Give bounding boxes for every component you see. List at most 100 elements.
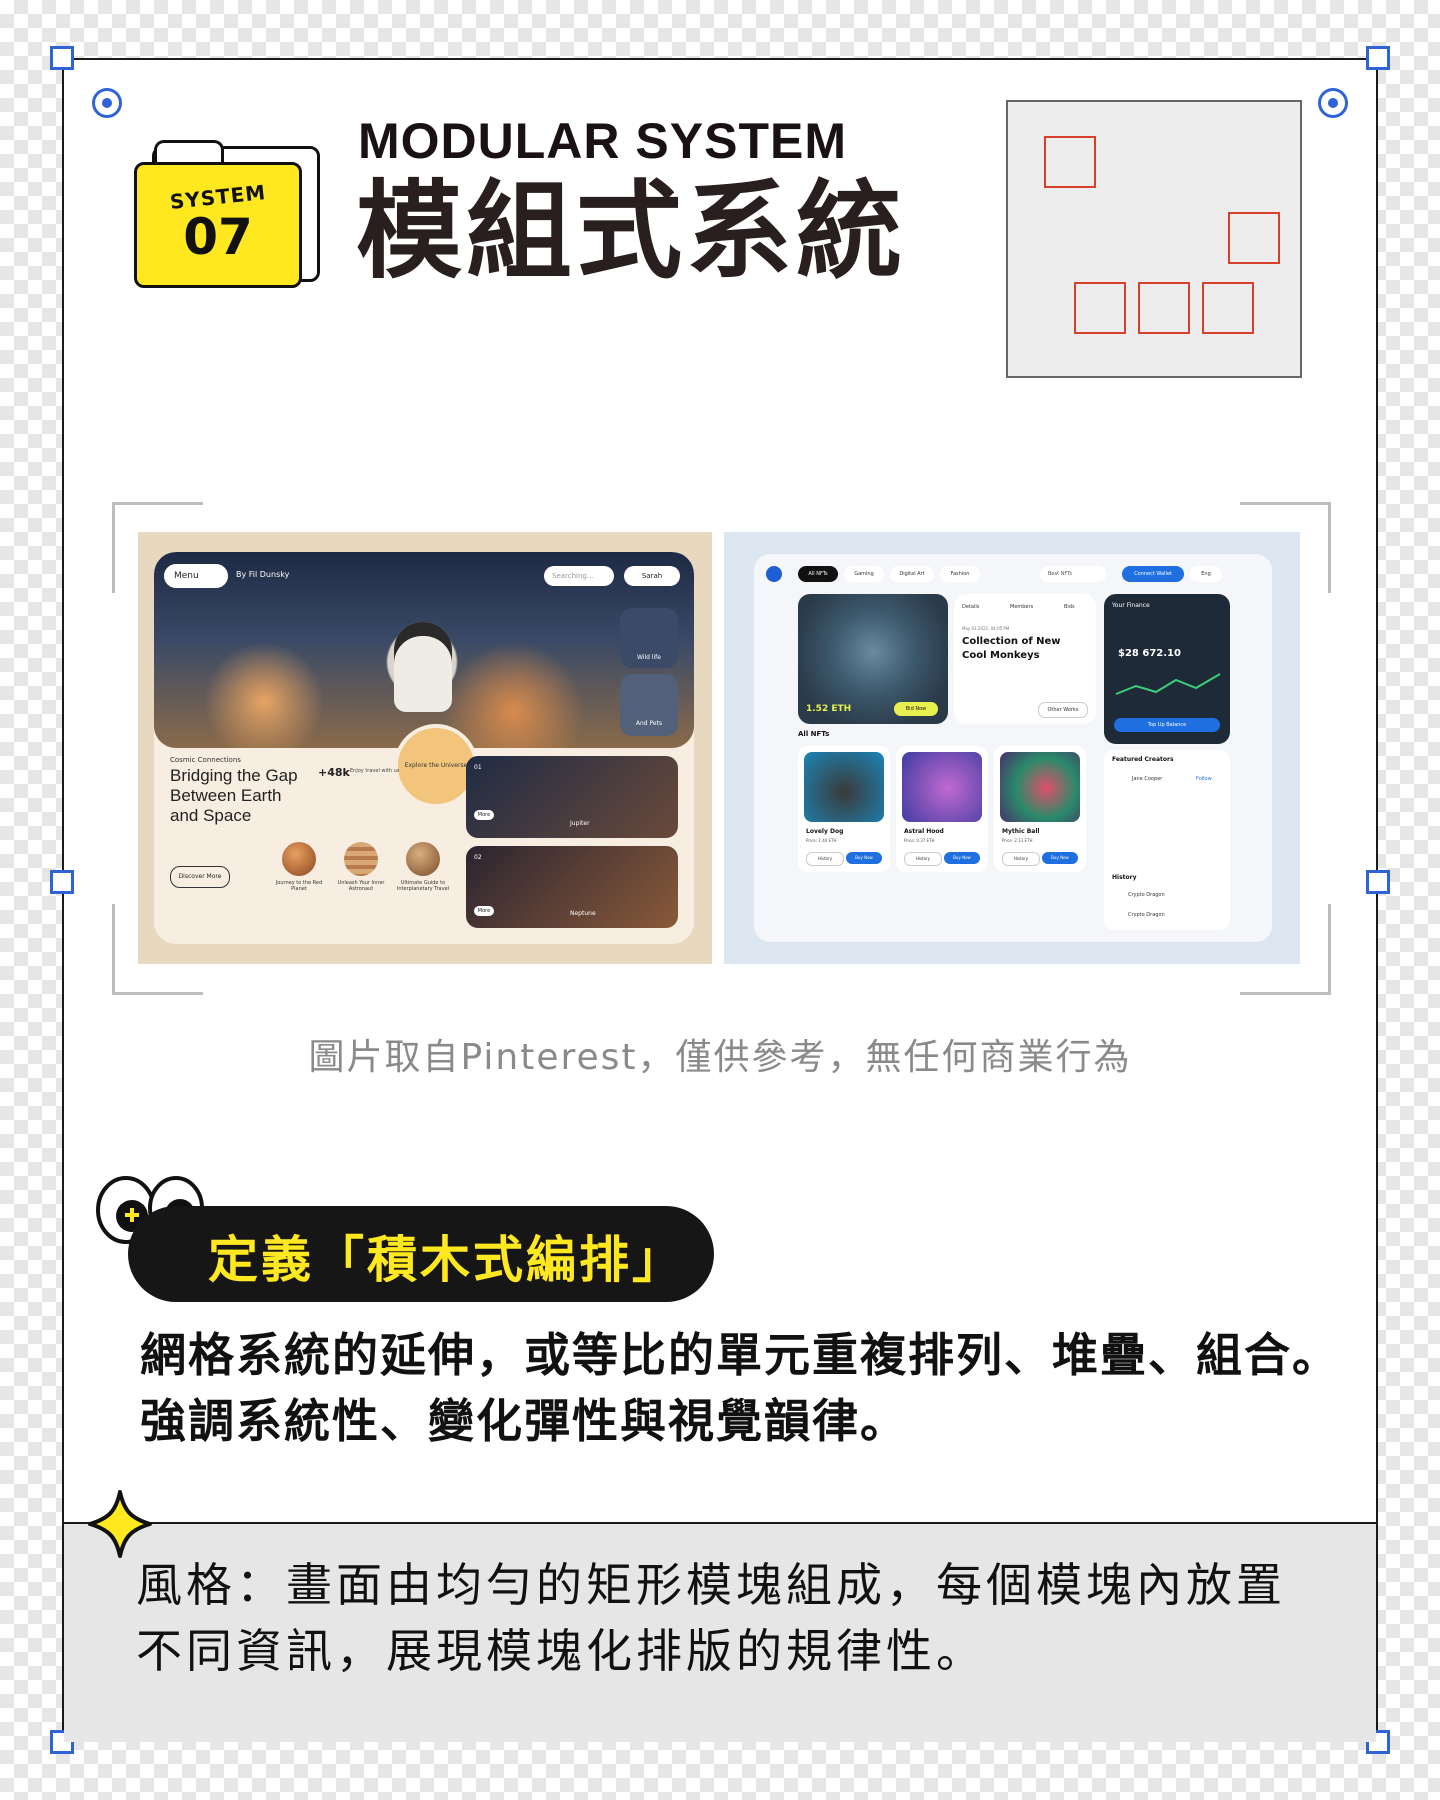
resize-handle-top-left[interactable]	[50, 46, 74, 70]
jupiter-card[interactable]: 01 Jupiter More	[466, 756, 678, 838]
module-square	[1044, 136, 1096, 188]
resize-handle-middle-left[interactable]	[50, 870, 74, 894]
nft-site-window: All NFTs Gaming Digital Art Fashion Best…	[754, 554, 1272, 942]
nft-nav-tab[interactable]: Digital Art	[890, 566, 934, 582]
resize-handle-top-right[interactable]	[1366, 46, 1390, 70]
hero-headline-1: Bridging the Gap	[170, 766, 298, 785]
collection-title-1: Collection of New	[962, 636, 1061, 647]
nft-logo-icon	[766, 566, 782, 582]
nft-item-name: Mythic Ball	[1002, 828, 1040, 835]
all-nfts-heading: All NFTs	[798, 730, 830, 738]
featured-creators-panel: Featured Creators Jane Cooper Follow His…	[1104, 750, 1230, 930]
detail-tab[interactable]: Bids	[1064, 604, 1075, 610]
buy-now-button[interactable]: Buy Now	[1042, 852, 1078, 864]
menu-button[interactable]: Menu	[164, 564, 228, 588]
card-label: Jupiter	[570, 820, 590, 827]
finance-card: Your Finance $28 672.10 Top Up Balance	[1104, 594, 1230, 744]
other-works-button[interactable]: Other Works	[1038, 702, 1088, 718]
reference-screenshots: Menu By Fil Dunsky Searching... Sarah Wi…	[138, 532, 1300, 964]
nft-item-image	[804, 752, 884, 822]
planet-caption: Ultimate Guide to Interplanetary Travel	[396, 880, 450, 892]
nft-item-image	[1000, 752, 1080, 822]
astronaut-figure	[394, 622, 452, 712]
collection-title-2: Cool Monkeys	[962, 650, 1040, 661]
connect-wallet-button[interactable]: Connect Wallet	[1122, 566, 1184, 582]
finance-title: Your Finance	[1112, 602, 1150, 609]
nft-nav-tab[interactable]: Gaming	[844, 566, 884, 582]
title-english: MODULAR SYSTEM	[358, 113, 847, 169]
featured-heading: Featured Creators	[1112, 756, 1174, 763]
nft-item-card[interactable]: Mythic Ball Price: 2.13 ETH History Buy …	[994, 746, 1086, 872]
balance-value: $28 672.10	[1118, 648, 1181, 659]
travelers-stat-text: Enjoy travel with us	[350, 768, 400, 774]
brand-label: By Fil Dunsky	[236, 570, 290, 579]
planet-mars	[282, 842, 316, 876]
travelers-stat: +48k	[318, 766, 350, 779]
definition-text: 網格系統的延伸，或等比的單元重複排列、堆疊、組合。 強調系統性、變化彈性與視覺韻…	[140, 1322, 1340, 1454]
buy-now-button[interactable]: Buy Now	[944, 852, 980, 864]
history-button[interactable]: History	[1002, 852, 1040, 866]
card-more-button[interactable]: More	[474, 906, 494, 916]
folder-tab	[154, 140, 224, 162]
creator-name: Jane Cooper	[1132, 776, 1163, 782]
hero-kicker: Cosmic Connections	[170, 756, 241, 764]
sparkle-icon	[88, 1490, 152, 1558]
history-button[interactable]: History	[806, 852, 844, 866]
nft-item-price: Price: 1.44 ETH	[806, 838, 837, 843]
badge-number: 07	[183, 208, 253, 266]
balance-sparkline	[1115, 673, 1221, 695]
buy-now-button[interactable]: Buy Now	[846, 852, 882, 864]
system-folder-badge: SYSTEM 07	[134, 140, 324, 290]
definition-line-1: 網格系統的延伸，或等比的單元重複排列、堆疊、組合。	[140, 1328, 1340, 1382]
style-description: 風格：畫面由均勻的矩形模塊組成，每個模塊內放置 不同資訊，展現模塊化排版的規律性…	[136, 1552, 1286, 1684]
image-source-caption: 圖片取自Pinterest，僅供參考，無任何商業行為	[308, 1037, 1132, 1078]
user-chip[interactable]: Sarah	[624, 566, 680, 586]
history-item: Crypto Dragon	[1128, 912, 1165, 918]
planet-caption: Journey to the Red Planet	[275, 880, 323, 892]
nft-item-price: Price: 0.37 ETH	[904, 838, 935, 843]
module-square	[1202, 282, 1254, 334]
history-item: Crypto Dragon	[1128, 892, 1165, 898]
top-up-button[interactable]: Top Up Balance	[1114, 718, 1220, 732]
nft-item-name: Astral Hood	[904, 828, 944, 835]
discover-more-button[interactable]: Discover More	[170, 866, 230, 888]
nft-item-price: Price: 2.13 ETH	[1002, 838, 1033, 843]
nft-item-card[interactable]: Astral Hood Price: 0.37 ETH History Buy …	[896, 746, 988, 872]
history-button[interactable]: History	[904, 852, 942, 866]
follow-button[interactable]: Follow	[1196, 776, 1212, 782]
card-number: 02	[474, 854, 482, 861]
title-chinese: 模組式系統	[356, 170, 906, 293]
nft-item-card[interactable]: Lovely Dog Price: 1.44 ETH History Buy N…	[798, 746, 890, 872]
detail-tab[interactable]: Members	[1010, 604, 1033, 610]
nft-search-input[interactable]: Best NFTs	[1040, 566, 1106, 582]
reference-image-nft-site: All NFTs Gaming Digital Art Fashion Best…	[724, 532, 1300, 964]
folder-front: SYSTEM 07	[134, 162, 302, 288]
nft-nav-tab[interactable]: All NFTs	[798, 566, 838, 582]
history-heading: History	[1112, 874, 1137, 881]
wildlife-chip[interactable]: Wild life	[620, 608, 678, 668]
detail-tab[interactable]: Details	[962, 604, 979, 610]
planet-venus	[406, 842, 440, 876]
definition-line-2: 強調系統性、變化彈性與視覺韻律。	[140, 1394, 908, 1448]
card-more-button[interactable]: More	[474, 810, 494, 820]
nft-item-name: Lovely Dog	[806, 828, 844, 835]
collection-card: Details Members Bids May 01,2022, 04:05 …	[954, 594, 1096, 724]
neptune-card[interactable]: 02 Neptune More	[466, 846, 678, 928]
planet-caption: Unleash Your Inner Astronaut	[337, 880, 385, 892]
pets-chip[interactable]: And Pets	[620, 674, 678, 736]
resize-handle-middle-right[interactable]	[1366, 870, 1390, 894]
collection-date: May 01,2022, 04:05 PM	[962, 626, 1010, 631]
hero-headline-2: Between Earth	[170, 786, 282, 805]
style-line-1: 風格：畫面由均勻的矩形模塊組成，每個模塊內放置	[136, 1558, 1286, 1612]
style-line-2: 不同資訊，展現模塊化排版的規律性。	[136, 1624, 986, 1678]
language-select[interactable]: Eng	[1190, 566, 1222, 582]
bid-now-button[interactable]: Bid Now	[894, 702, 938, 716]
space-site-window: Menu By Fil Dunsky Searching... Sarah Wi…	[154, 552, 694, 944]
nft-nav-tab[interactable]: Fashion	[940, 566, 980, 582]
module-square	[1074, 282, 1126, 334]
module-layout-thumbnail	[1006, 100, 1302, 378]
reference-image-space-site: Menu By Fil Dunsky Searching... Sarah Wi…	[138, 532, 712, 964]
site-search-input[interactable]: Searching...	[544, 566, 614, 586]
nft-price: 1.52 ETH	[806, 704, 852, 714]
monkey-nft-card[interactable]: 1.52 ETH Bid Now	[798, 594, 948, 724]
